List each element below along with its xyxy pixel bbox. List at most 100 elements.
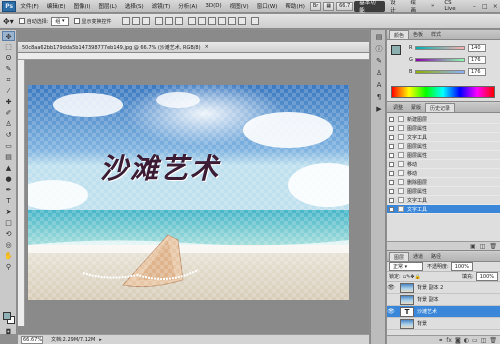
blur-tool-icon[interactable]: ▲ <box>2 163 15 173</box>
tab-masks[interactable]: 蒙版 <box>407 103 425 112</box>
history-item[interactable]: 删除图层 <box>387 178 500 187</box>
history-item[interactable]: 图层属性 <box>387 124 500 133</box>
bridge-button[interactable]: Br <box>309 1 322 11</box>
tab-color[interactable]: 颜色 <box>389 30 410 39</box>
history-brush-tool-icon[interactable]: ↺ <box>2 130 15 140</box>
menu-analysis[interactable]: 分析(A) <box>174 2 201 10</box>
new-document-from-state-icon[interactable]: ▣ <box>470 243 476 250</box>
new-layer-icon[interactable]: ◫ <box>481 337 487 344</box>
maximize-icon[interactable]: □ <box>480 2 489 11</box>
menu-help[interactable]: 帮助(H) <box>281 2 308 10</box>
fill-input[interactable]: 100% <box>475 272 498 281</box>
distribute-right-icon[interactable] <box>237 17 246 25</box>
history-item[interactable]: 移动 <box>387 169 500 178</box>
move-tool-icon[interactable]: ✥▾ <box>3 17 14 26</box>
history-snapshot-box[interactable] <box>389 188 394 194</box>
clone-source-panel-icon[interactable]: ♙ <box>374 69 384 78</box>
blend-mode-select[interactable]: 正常 ▾ <box>389 262 423 271</box>
align-right-icon[interactable] <box>174 17 183 25</box>
align-middle-icon[interactable] <box>131 17 140 25</box>
document-tab[interactable]: 50c8aa62bb179dda5b147398777eb149.jpg @ 6… <box>18 42 369 53</box>
auto-select-dropdown[interactable]: 组 ▾ <box>51 16 69 26</box>
red-slider[interactable] <box>415 46 465 50</box>
3d-orbit-tool-icon[interactable]: ◎ <box>2 240 15 250</box>
blue-value-input[interactable]: 176 <box>468 68 486 76</box>
workspace-painting[interactable]: 绘画 <box>406 0 426 14</box>
delete-layer-icon[interactable]: 🗑 <box>489 337 497 344</box>
layer-row[interactable]: 背景 <box>387 318 500 330</box>
zoom-tool-icon[interactable]: ⚲ <box>2 262 15 272</box>
menu-select[interactable]: 选择(S) <box>121 2 148 10</box>
canvas-text-layer[interactable]: 沙滩艺术 <box>100 147 220 187</box>
healing-tool-icon[interactable]: ✚ <box>2 97 15 107</box>
history-snapshot-box[interactable] <box>389 197 394 203</box>
paragraph-panel-icon[interactable]: ¶ <box>374 93 384 102</box>
eraser-tool-icon[interactable]: ▭ <box>2 141 15 151</box>
history-item[interactable]: 文字工具 <box>387 196 500 205</box>
visibility-eye-icon[interactable]: 👁 <box>387 284 395 291</box>
history-snapshot-box[interactable] <box>389 170 394 176</box>
new-group-icon[interactable]: ▭ <box>472 337 478 344</box>
distribute-left-icon[interactable] <box>217 17 226 25</box>
history-item[interactable]: 图层属性 <box>387 187 500 196</box>
crop-tool-icon[interactable]: ⌗ <box>2 75 15 85</box>
menu-layer[interactable]: 图层(L) <box>94 2 120 10</box>
align-center-icon[interactable] <box>164 17 173 25</box>
tab-channels[interactable]: 通道 <box>409 252 427 261</box>
lock-pixels-icon[interactable]: ▫✎✥🔒 <box>403 274 421 280</box>
menu-file[interactable]: 文件(F) <box>16 2 42 10</box>
blue-slider[interactable] <box>415 70 465 74</box>
auto-align-icon[interactable] <box>250 17 259 25</box>
delete-state-icon[interactable]: 🗑 <box>489 243 497 250</box>
align-left-icon[interactable] <box>154 17 163 25</box>
brush-panel-icon[interactable]: ✎ <box>374 57 384 66</box>
tab-history[interactable]: 历史记录 <box>425 103 456 112</box>
minimize-icon[interactable]: – <box>470 2 479 11</box>
foreground-color-swatch[interactable] <box>3 312 11 320</box>
distribute-middle-icon[interactable] <box>197 17 206 25</box>
layer-style-icon[interactable]: fx <box>446 337 452 344</box>
align-bottom-icon[interactable] <box>141 17 150 25</box>
mini-bridge-button[interactable]: ▦ <box>323 1 335 11</box>
brush-tool-icon[interactable]: ✐ <box>2 108 15 118</box>
lasso-tool-icon[interactable]: ʘ <box>2 53 15 63</box>
path-select-tool-icon[interactable]: ➤ <box>2 207 15 217</box>
distribute-bottom-icon[interactable] <box>207 17 216 25</box>
menu-filter[interactable]: 滤镜(T) <box>148 2 175 10</box>
history-snapshot-box[interactable] <box>389 206 394 212</box>
image-canvas[interactable]: 沙滩艺术 <box>28 85 349 300</box>
menu-image[interactable]: 图像(I) <box>70 2 95 10</box>
history-snapshot-box[interactable] <box>389 161 394 167</box>
quick-mask-icon[interactable]: ◘ <box>2 327 15 337</box>
gradient-tool-icon[interactable]: ▤ <box>2 152 15 162</box>
pen-tool-icon[interactable]: ✒ <box>2 185 15 195</box>
history-item[interactable]: 新建图层 <box>387 115 500 124</box>
dodge-tool-icon[interactable]: ● <box>2 174 15 184</box>
color-panel-foreground-swatch[interactable] <box>391 45 401 55</box>
close-document-icon[interactable]: × <box>205 44 209 50</box>
type-tool-icon[interactable]: T <box>2 196 15 206</box>
hand-tool-icon[interactable]: ✋ <box>2 251 15 261</box>
tab-adjustments[interactable]: 调整 <box>389 103 407 112</box>
eyedropper-tool-icon[interactable]: ⁄ <box>2 86 15 96</box>
link-layers-icon[interactable]: ⚭ <box>438 337 443 344</box>
history-item[interactable]: 文字工具 <box>387 133 500 142</box>
green-value-input[interactable]: 176 <box>468 56 486 64</box>
menu-view[interactable]: 视图(V) <box>226 2 253 10</box>
more-workspaces-icon[interactable]: » <box>426 1 439 12</box>
visibility-eye-icon[interactable]: 👁 <box>387 308 395 315</box>
red-value-input[interactable]: 140 <box>468 44 486 52</box>
layer-row[interactable]: 背景 副本 <box>387 294 500 306</box>
history-item[interactable]: 图层属性 <box>387 151 500 160</box>
character-panel-icon[interactable]: A <box>374 81 384 90</box>
history-item[interactable]: 图层属性 <box>387 142 500 151</box>
zoom-input[interactable]: 66.67% <box>21 335 43 344</box>
menu-window[interactable]: 窗口(W) <box>253 2 282 10</box>
layer-mask-icon[interactable]: ◙ <box>455 337 461 344</box>
layer-row-selected[interactable]: 👁 T 沙滩艺术 <box>387 306 500 318</box>
status-arrow-icon[interactable]: ▸ <box>99 337 102 343</box>
clone-stamp-tool-icon[interactable]: ♙ <box>2 119 15 129</box>
history-item-selected[interactable]: 文字工具 <box>387 205 500 214</box>
color-spectrum[interactable] <box>391 86 495 98</box>
history-item[interactable]: 移动 <box>387 160 500 169</box>
